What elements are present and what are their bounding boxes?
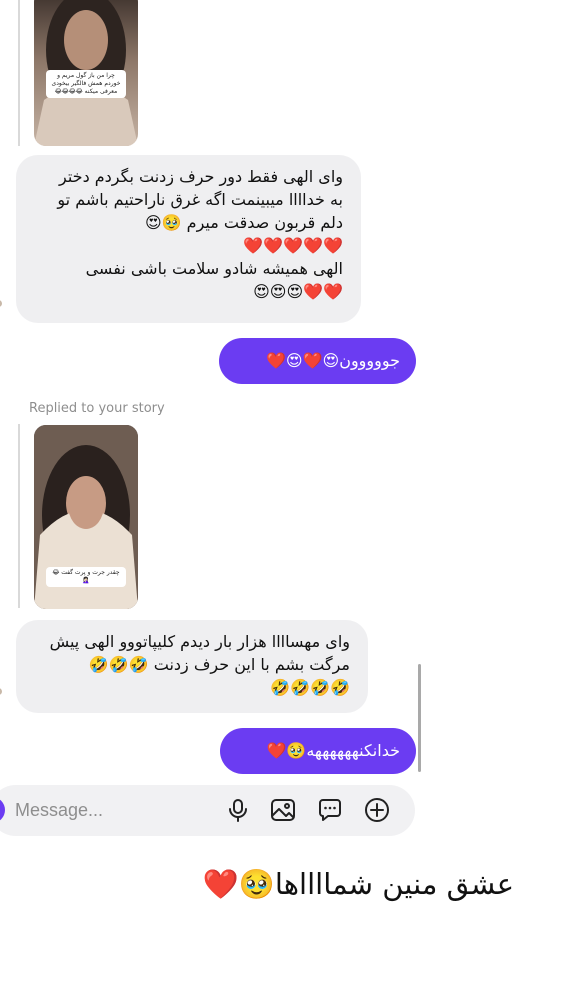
mic-icon[interactable] bbox=[225, 797, 251, 823]
message-line: مرگت بشم با این حرف زدنت 🤣🤣🤣 bbox=[88, 655, 350, 674]
message-input[interactable] bbox=[15, 798, 195, 822]
outgoing-message[interactable]: جووووون😍❤️😍❤️ bbox=[219, 338, 416, 384]
sticker-icon[interactable] bbox=[317, 797, 343, 823]
replied-to-story-label: Replied to your story bbox=[29, 401, 165, 416]
story-reply-line bbox=[18, 424, 20, 608]
message-text: جووووون😍❤️😍❤️ bbox=[265, 351, 400, 370]
image-icon[interactable] bbox=[270, 797, 296, 823]
message-text: خدانکنههههههه🥹❤️ bbox=[266, 741, 400, 760]
avatar[interactable] bbox=[0, 300, 2, 307]
message-line: وای مهساااا هزار بار دیدم کلیپاتووو الهی… bbox=[49, 632, 350, 651]
overlay-caption: عشق منین شمااااها🥹❤️ bbox=[202, 867, 514, 901]
message-line: ❤️❤️😍😍😍 bbox=[253, 282, 343, 301]
message-line: دلم قربون صدقت میرم 🥹😍 bbox=[144, 213, 343, 232]
story-caption: چقدر جرت و پرت گفت 😂🤦🏻‍♀️ bbox=[46, 567, 126, 587]
story-preview[interactable]: چقدر جرت و پرت گفت 😂🤦🏻‍♀️ bbox=[34, 425, 138, 609]
message-line: الهی همیشه شادو سلامت باشی نفسی bbox=[85, 259, 343, 278]
story-preview[interactable]: چرا من باز گول مریم و خوردم همش فالگیر ب… bbox=[34, 0, 138, 146]
story-caption: چرا من باز گول مریم و خوردم همش فالگیر ب… bbox=[46, 70, 126, 98]
message-line: 🤣🤣🤣🤣 bbox=[270, 678, 350, 697]
message-line: وای الهی فقط دور حرف زدنت بگردم دختر bbox=[59, 167, 343, 186]
incoming-message[interactable]: وای مهساااا هزار بار دیدم کلیپاتووو الهی… bbox=[16, 620, 368, 713]
message-line: ❤️❤️❤️❤️❤️ bbox=[243, 236, 343, 255]
message-line: به خداااا میبینمت اگه غرق ناراحتیم باشم … bbox=[57, 190, 343, 209]
scrollbar[interactable] bbox=[418, 664, 421, 772]
plus-icon[interactable] bbox=[364, 797, 390, 823]
avatar[interactable] bbox=[0, 688, 2, 695]
overlay-background bbox=[0, 836, 563, 1000]
story-reply-line bbox=[18, 0, 20, 146]
outgoing-message[interactable]: خدانکنههههههه🥹❤️ bbox=[220, 728, 416, 774]
incoming-message[interactable]: وای الهی فقط دور حرف زدنت بگردم دختر به … bbox=[16, 155, 361, 323]
